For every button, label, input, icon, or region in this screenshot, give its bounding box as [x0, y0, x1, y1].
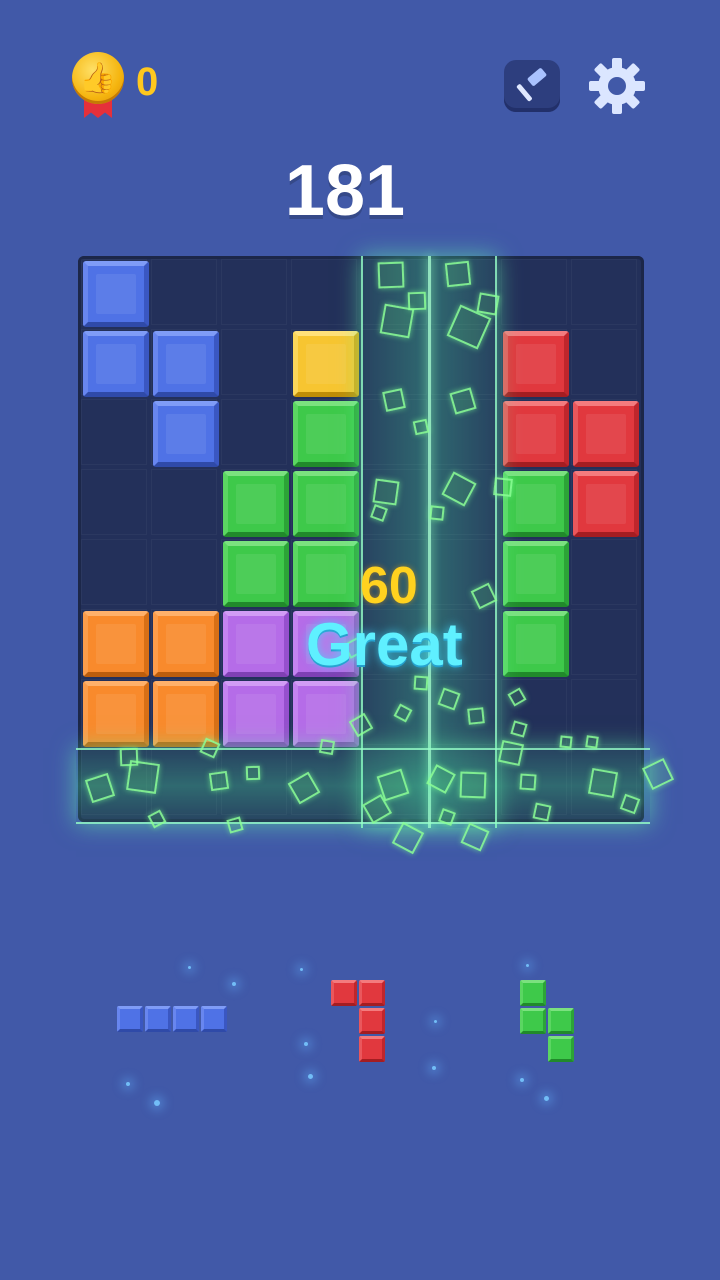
purple-block [293, 681, 359, 747]
sparkle-particle [429, 505, 445, 521]
green-mini-block [548, 1036, 574, 1062]
green-block [223, 471, 289, 537]
board-cell[interactable] [81, 539, 147, 605]
blue-block [153, 331, 219, 397]
glow-dot [308, 1074, 313, 1079]
sparkle-particle [126, 760, 160, 794]
orange-block [153, 681, 219, 747]
sparkle-particle [476, 292, 500, 316]
likes-count: 0 [136, 60, 159, 104]
green-block [293, 471, 359, 537]
blue-block [83, 331, 149, 397]
sparkle-particle [532, 802, 552, 822]
hammer-icon [516, 68, 547, 102]
board-cell[interactable] [221, 329, 287, 395]
red-mini-block [359, 980, 385, 1006]
board-cell[interactable] [571, 259, 637, 325]
sparkle-particle [587, 767, 619, 799]
gear-icon [589, 58, 645, 114]
blue-mini-block [117, 1006, 143, 1032]
board-cell[interactable] [151, 259, 217, 325]
red-block [503, 401, 569, 467]
board-cell[interactable] [81, 399, 147, 465]
hammer-button[interactable] [504, 60, 560, 112]
score: 181 [284, 151, 406, 231]
red-block [503, 331, 569, 397]
green-mini-block [520, 1008, 546, 1034]
board-cell[interactable] [571, 679, 637, 745]
green-block [503, 471, 569, 537]
board-cell[interactable] [81, 469, 147, 535]
glow-dot [300, 968, 303, 971]
green-mini-block [548, 1008, 574, 1034]
combo-word: Great [306, 611, 463, 678]
glow-dot [432, 1066, 436, 1070]
sparkle-particle [444, 260, 472, 288]
red-block [573, 401, 639, 467]
glow-dot [154, 1100, 160, 1106]
green-block [293, 401, 359, 467]
board-cell[interactable] [151, 469, 217, 535]
sparkle-particle [585, 735, 599, 749]
orange-block [83, 681, 149, 747]
orange-block [83, 611, 149, 677]
green-block [503, 611, 569, 677]
red-mini-block [359, 1008, 385, 1034]
orange-block [153, 611, 219, 677]
board-cell[interactable] [151, 539, 217, 605]
board-cell[interactable] [571, 539, 637, 605]
glow-dot [126, 1082, 130, 1086]
sparkle-particle [459, 771, 487, 799]
combo-points: 60 [360, 557, 418, 615]
glow-dot [232, 982, 236, 986]
purple-block [223, 611, 289, 677]
row-clear-effect [76, 748, 650, 824]
sparkle-particle [493, 477, 513, 497]
sparkle-particle [407, 291, 427, 311]
sparkle-particle [519, 773, 537, 791]
glow-dot [526, 964, 529, 967]
board-cell[interactable] [221, 399, 287, 465]
blue-mini-block [173, 1006, 199, 1032]
likes-medal: 👍 [70, 52, 128, 122]
red-block [573, 471, 639, 537]
blue-mini-block [201, 1006, 227, 1032]
green-mini-block [520, 980, 546, 1006]
blue-mini-block [145, 1006, 171, 1032]
green-block [503, 541, 569, 607]
red-mini-block [359, 1036, 385, 1062]
glow-dot [434, 1020, 437, 1023]
blue-block [153, 401, 219, 467]
green-block [293, 541, 359, 607]
glow-dot [544, 1096, 549, 1101]
board-cell[interactable] [291, 259, 357, 325]
board-cell[interactable] [571, 609, 637, 675]
green-block [223, 541, 289, 607]
board-cell[interactable] [571, 329, 637, 395]
sparkle-particle [318, 738, 336, 756]
settings-button[interactable] [585, 54, 649, 118]
sparkle-particle [497, 739, 525, 767]
glow-dot [188, 966, 191, 969]
board-cell[interactable] [221, 259, 287, 325]
purple-block [223, 681, 289, 747]
sparkle-particle [377, 261, 405, 289]
thumbs-up-medal-icon: 👍 [72, 52, 124, 104]
sparkle-particle [412, 418, 430, 436]
glow-dot [304, 1042, 308, 1046]
sparkle-particle [245, 765, 261, 781]
sparkle-particle [372, 478, 400, 506]
board-cell[interactable] [501, 679, 567, 745]
blue-block [83, 261, 149, 327]
red-mini-block [331, 980, 357, 1006]
sparkle-particle [467, 707, 485, 725]
sparkle-particle [208, 770, 230, 792]
sparkle-particle [382, 388, 406, 412]
yellow-block [293, 331, 359, 397]
board-cell[interactable] [501, 259, 567, 325]
glow-dot [520, 1078, 524, 1082]
column-divider-glow [428, 256, 431, 828]
sparkle-particle [559, 735, 573, 749]
